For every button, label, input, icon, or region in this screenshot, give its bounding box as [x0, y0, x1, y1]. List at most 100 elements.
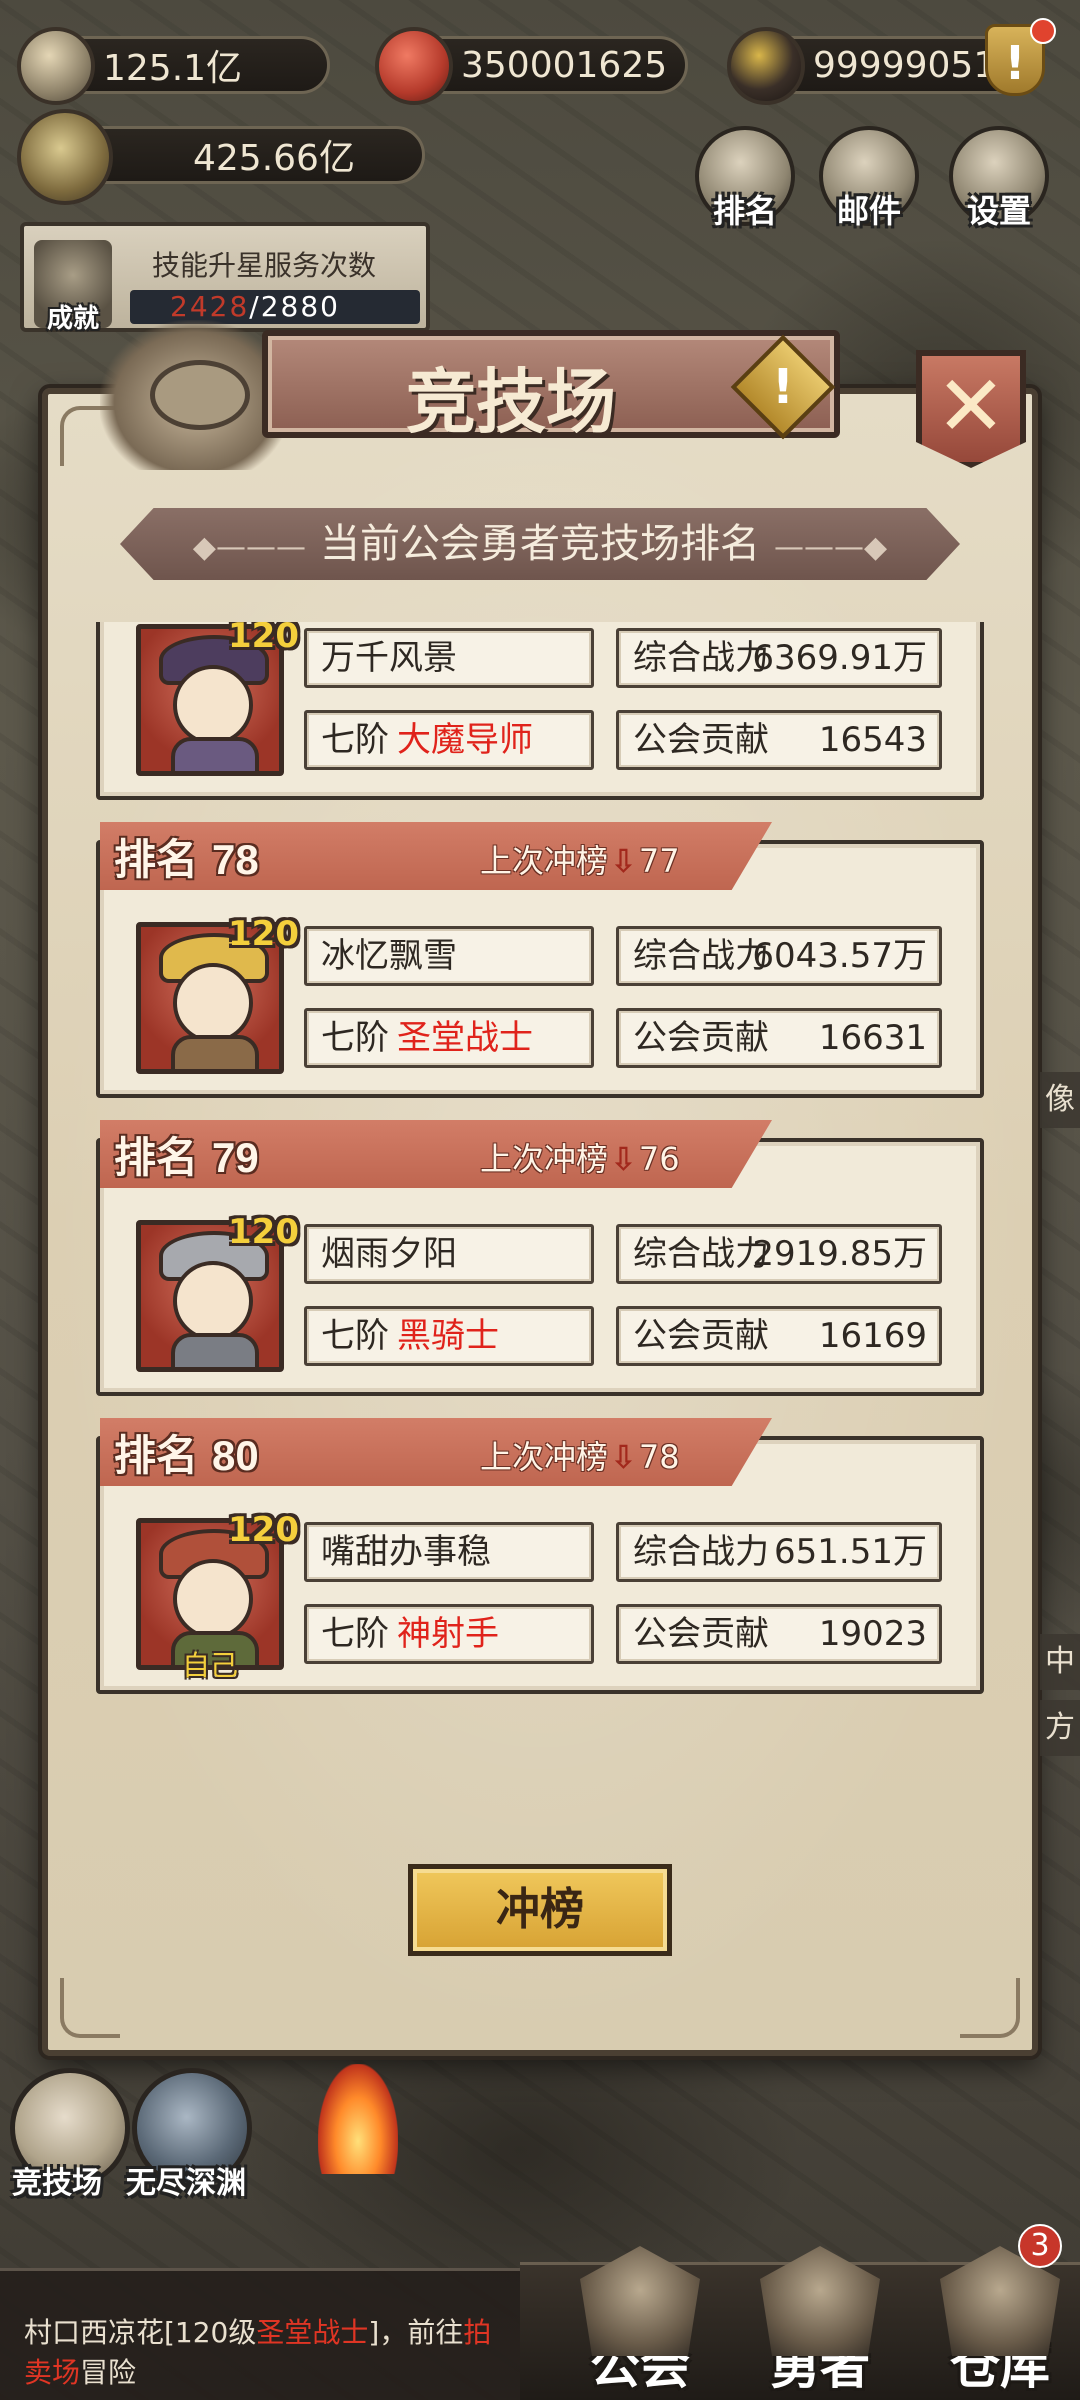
combat-power: 综合战力 651.51万 [616, 1522, 942, 1582]
player-class: 七阶 黑骑士 [304, 1306, 594, 1366]
power-emblem-icon [17, 109, 113, 205]
guild-contribution: 公会贡献 16631 [616, 1008, 942, 1068]
rank-label: 排名 [114, 835, 199, 884]
rank-ribbon: 排名 79 上次冲榜⇩76 [100, 1120, 772, 1188]
rank-ribbon: 排名 78 上次冲榜⇩77 [100, 822, 772, 890]
player-name: 烟雨夕阳 [304, 1224, 594, 1284]
chat-part: ]，前往 [368, 2316, 464, 2349]
crystal-icon [727, 27, 805, 105]
side-hint: 像 [1040, 1072, 1080, 1128]
skill-upgrade-panel[interactable]: 成就 技能升星服务次数 2428/2880 [20, 222, 430, 334]
rank-ribbon: 排名 80 上次冲榜⇩78 [100, 1418, 772, 1486]
ranking-list[interactable]: 排名77上次冲榜⇩74120万千风景七阶大魔导师综合战力6369.91万公会贡献… [96, 622, 984, 1762]
guild-contribution: 公会贡献 16169 [616, 1306, 942, 1366]
corner-ornament [960, 1978, 1020, 2038]
rank-number: 78 [212, 836, 259, 883]
last-rank-value: 78 [638, 1438, 680, 1476]
guild-contribution: 公会贡献 16543 [616, 710, 942, 770]
class-name: 圣堂战士 [397, 1018, 533, 1058]
nav-mail-label: 邮件 [836, 192, 901, 230]
side-hint: 中 [1040, 1634, 1080, 1690]
rank-text: 排名 78 [114, 826, 259, 887]
avatar-head [173, 1559, 253, 1639]
hero-level: 120 [228, 1510, 299, 1550]
class-tier: 七阶 [321, 1614, 389, 1654]
gem-counter[interactable]: 350001625 [375, 27, 688, 105]
rank-text: 排名 79 [114, 1124, 259, 1185]
corner-ornament [60, 1978, 120, 2038]
last-rank-value: 76 [638, 1140, 680, 1178]
ranking-card[interactable]: 排名77上次冲榜⇩74120万千风景七阶大魔导师综合战力6369.91万公会贡献… [96, 622, 984, 800]
contribution-label: 公会贡献 [633, 1614, 769, 1654]
class-name: 神射手 [397, 1614, 499, 1654]
last-rank-label: 上次冲榜 [480, 842, 609, 880]
modal-title: 竞技场 [406, 360, 616, 443]
modal-title-banner: 竞技场 ! [262, 330, 840, 443]
gold-value: 125.1亿 [103, 48, 243, 89]
last-rank-value: 77 [638, 842, 680, 880]
rank-number: 80 [212, 1432, 259, 1479]
combat-power: 综合战力 6369.91万 [616, 628, 942, 688]
contribution-label: 公会贡献 [633, 1316, 769, 1356]
class-tier: 七阶 [321, 720, 389, 760]
helmet-icon [760, 2246, 880, 2356]
rank-label: 排名 [114, 1431, 199, 1480]
chat-ticker[interactable]: 村口西凉花[120级圣堂战士]，前往拍卖场冒险 [0, 2268, 520, 2400]
ornament-left: ◆——— [192, 530, 306, 565]
power-value: 425.66亿 [193, 138, 355, 179]
gold-counter[interactable]: 125.1亿 [17, 27, 330, 105]
nav-rank-button[interactable]: 排名 [690, 126, 800, 232]
red-gem-icon [375, 27, 453, 105]
crystal-value: 99999051 [813, 44, 997, 86]
modal-subtitle: ◆——— 当前公会勇者竞技场排名 ———◆ [120, 508, 960, 580]
contribution-value: 19023 [818, 1614, 927, 1654]
push-rank-button[interactable]: 冲榜 [408, 1864, 672, 1956]
skill-progress-total: /2880 [249, 290, 340, 323]
player-name: 万千风景 [304, 628, 594, 688]
ranking-card[interactable]: 排名 79 上次冲榜⇩76 120 烟雨夕阳 七阶 黑骑士 综合战力 2919.85万 公会贡献 1… [96, 1118, 984, 1396]
contribution-label: 公会贡献 [633, 1018, 769, 1058]
ranking-card[interactable]: 排名 78 上次冲榜⇩77 120 冰忆飘雪 七阶 圣堂战士 综合战力 6043.57万 公会贡献… [96, 820, 984, 1098]
power-label: 综合战力 [633, 638, 769, 678]
combat-power: 综合战力 6043.57万 [616, 926, 942, 986]
torch-icon [318, 2064, 398, 2174]
avatar-body [171, 737, 259, 771]
ranking-card[interactable]: 排名 80 上次冲榜⇩78 120 自己 嘴甜办事稳 七阶 神射手 综合战力 651.51万 公会贡… [96, 1416, 984, 1694]
last-rank-label: 上次冲榜 [480, 1438, 609, 1476]
notification-dot [1030, 18, 1056, 44]
chat-part: 冒险 [80, 2356, 137, 2389]
nav-settings-button[interactable]: 设置 [944, 126, 1054, 232]
power-value: 2919.85万 [752, 1234, 927, 1274]
contribution-value: 16631 [818, 1018, 927, 1058]
power-label: 综合战力 [633, 936, 769, 976]
tab-storage[interactable]: 仓库 [920, 2246, 1080, 2396]
ornament-right: ———◆ [774, 530, 888, 565]
nav-rank-label: 排名 [712, 192, 777, 230]
last-rank: 上次冲榜⇩77 [480, 836, 680, 882]
abyss-side-label: 无尽深渊 [126, 2166, 246, 2201]
power-label: 综合战力 [633, 1234, 769, 1274]
self-tag: 自己 [181, 1649, 238, 1682]
combat-power: 综合战力 2919.85万 [616, 1224, 942, 1284]
subtitle-text: 当前公会勇者竞技场排名 [320, 521, 760, 567]
last-rank: 上次冲榜⇩76 [480, 1134, 680, 1180]
last-rank: 上次冲榜⇩78 [480, 1432, 680, 1478]
rank-label: 排名 [114, 1133, 199, 1182]
tab-hero[interactable]: 勇者 [740, 2246, 900, 2396]
power-value: 6369.91万 [752, 638, 927, 678]
hero-level: 120 [228, 914, 299, 954]
skill-panel-title: 技能升星服务次数 [152, 249, 377, 282]
storage-badge: 3 [1018, 2224, 1062, 2268]
player-class: 七阶 圣堂战士 [304, 1008, 594, 1068]
class-name: 黑骑士 [397, 1316, 499, 1356]
avatar-head [173, 1261, 253, 1341]
avatar-body [171, 1333, 259, 1367]
player-name: 冰忆飘雪 [304, 926, 594, 986]
contribution-value: 16169 [818, 1316, 927, 1356]
tab-guild[interactable]: 公会 [560, 2246, 720, 2396]
rank-text: 排名 80 [114, 1422, 259, 1483]
contribution-label: 公会贡献 [633, 720, 769, 760]
last-rank-label: 上次冲榜 [480, 1140, 609, 1178]
nav-mail-button[interactable]: 邮件 [814, 126, 924, 232]
player-class: 七阶 神射手 [304, 1604, 594, 1664]
